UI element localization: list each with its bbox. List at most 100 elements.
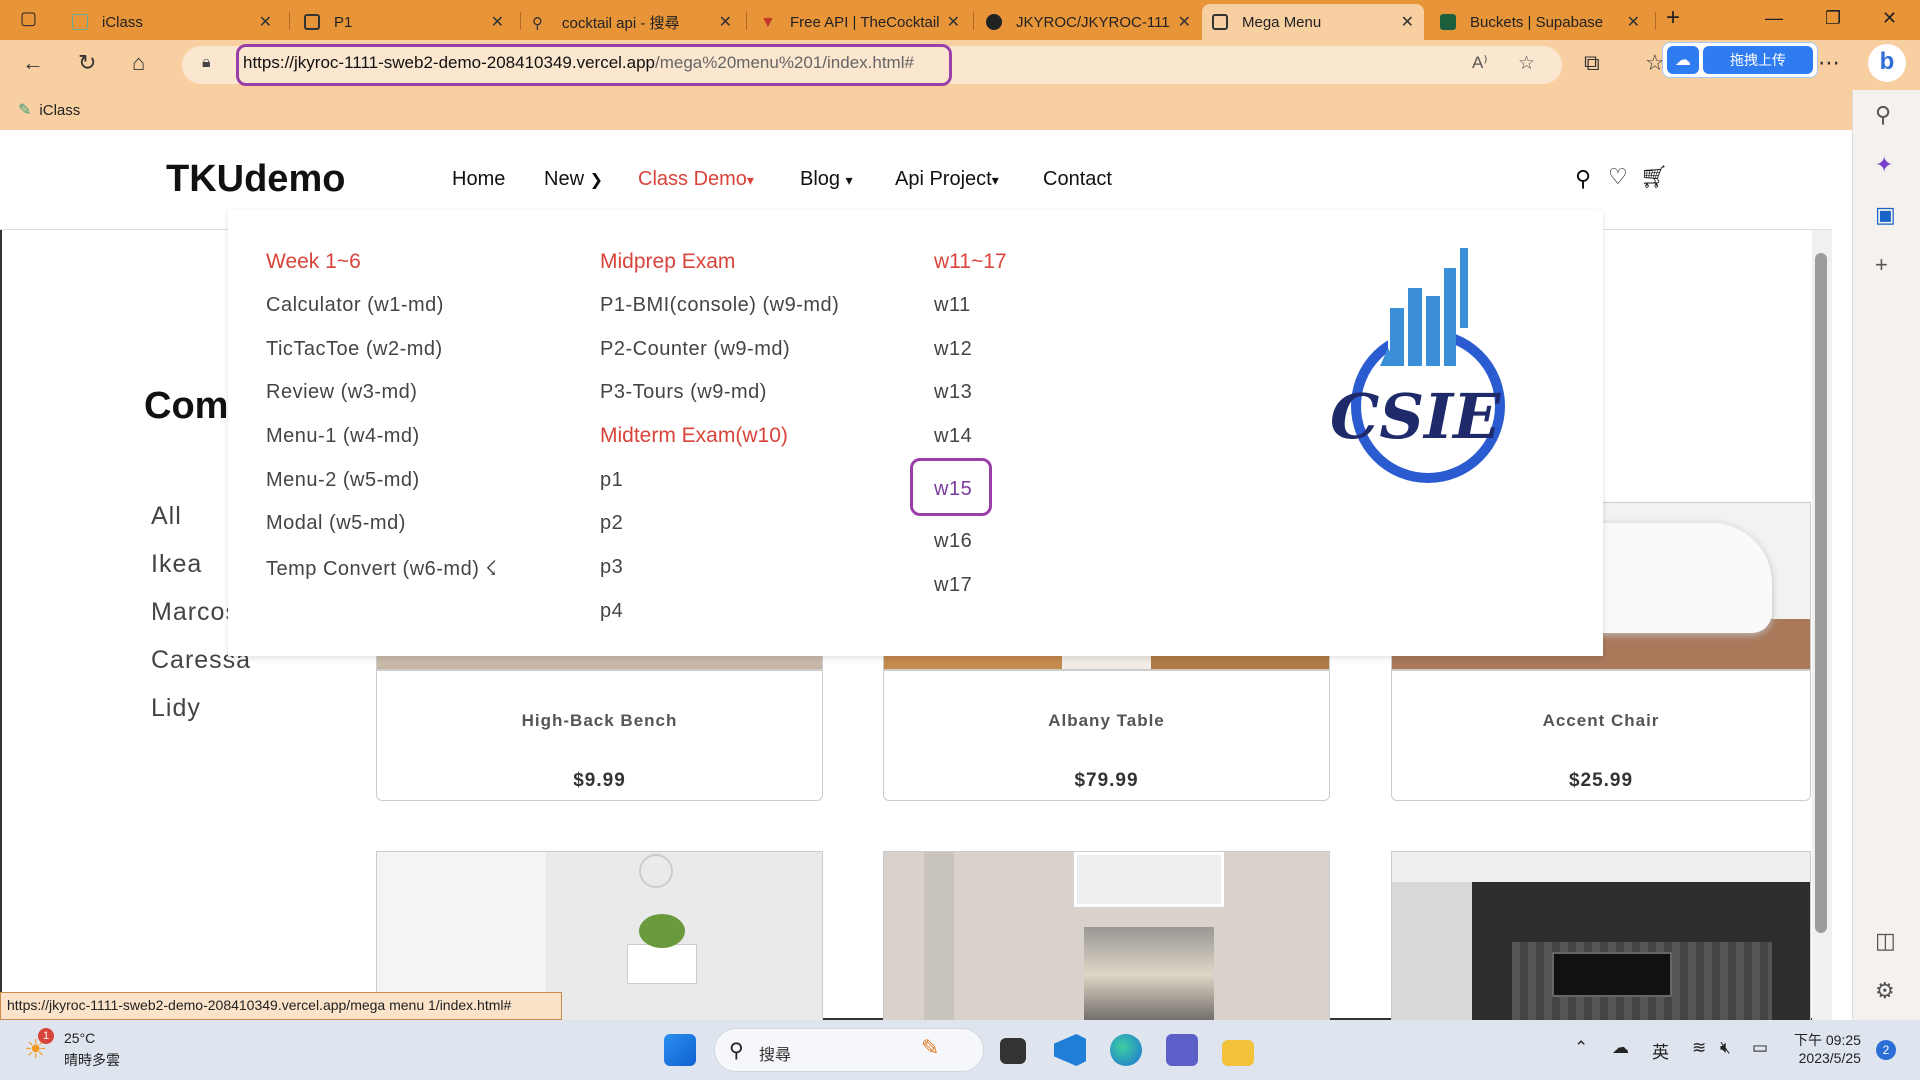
product-card[interactable]: Albany Table $79.99: [883, 670, 1330, 801]
product-image[interactable]: [1391, 851, 1811, 1020]
search-icon[interactable]: ⚲: [1575, 166, 1591, 192]
ime-indicator[interactable]: 英: [1652, 1038, 1669, 1063]
menu-link-w12[interactable]: w12: [934, 338, 972, 361]
minimize-icon[interactable]: —: [1765, 8, 1783, 29]
tab-mega-menu[interactable]: Mega Menu ✕: [1202, 4, 1424, 40]
menu-link-temp-convert[interactable]: Temp Convert (w6-md) ☇: [266, 556, 497, 581]
close-icon[interactable]: ✕: [491, 12, 504, 32]
chevron-up-icon[interactable]: ⌃: [1574, 1038, 1588, 1058]
upload-widget[interactable]: ☁ 拖拽上传: [1662, 42, 1818, 78]
category-all[interactable]: All: [151, 502, 182, 531]
menu-link-p3-tours[interactable]: P3-Tours (w9-md): [600, 381, 767, 404]
close-icon[interactable]: ✕: [1627, 12, 1640, 32]
more-menu-icon[interactable]: ⋯: [1818, 50, 1840, 76]
nav-label: Home: [452, 168, 506, 190]
onedrive-cloud-icon[interactable]: ☁: [1612, 1038, 1629, 1058]
menu-link-w17[interactable]: w17: [934, 574, 972, 597]
taskbar-search[interactable]: ⚲ 搜尋 ✎: [714, 1028, 984, 1072]
nav-blog[interactable]: Blog ▾: [800, 168, 853, 191]
restore-icon[interactable]: ❐: [1825, 8, 1841, 29]
close-icon[interactable]: ✕: [947, 12, 960, 32]
tab-github[interactable]: JKYROC/JKYROC-1111 ✕: [976, 4, 1201, 40]
search-placeholder: 搜尋: [759, 1047, 792, 1064]
url-text[interactable]: https://jkyroc-1111-sweb2-demo-208410349…: [243, 53, 914, 73]
site-logo[interactable]: TKUdemo: [166, 158, 345, 201]
nav-new[interactable]: New ❯: [544, 168, 603, 191]
product-card[interactable]: High-Back Bench $9.99: [376, 670, 823, 801]
menu-link-p4[interactable]: p4: [600, 600, 623, 623]
speaker-muted-icon[interactable]: 🔇︎: [1720, 1038, 1731, 1058]
home-icon[interactable]: ⌂: [132, 50, 145, 76]
favorite-star-icon[interactable]: ☆: [1518, 52, 1535, 75]
category-lidy[interactable]: Lidy: [151, 694, 201, 723]
close-icon[interactable]: ✕: [1178, 12, 1191, 32]
category-ikea[interactable]: Ikea: [151, 550, 202, 579]
menu-link-p2[interactable]: p2: [600, 512, 623, 535]
nav-label: Contact: [1043, 168, 1112, 190]
tab-divider: [1655, 12, 1656, 30]
bookmark-iclass[interactable]: ✎ iClass: [18, 100, 80, 120]
copilot-icon[interactable]: ✦: [1875, 152, 1893, 178]
menu-link-review[interactable]: Review (w3-md): [266, 381, 417, 404]
menu-link-menu-2[interactable]: Menu-2 (w5-md): [266, 469, 420, 492]
tab-supabase[interactable]: Buckets | Supabase ✕: [1430, 4, 1650, 40]
read-aloud-icon[interactable]: A⁾: [1472, 53, 1488, 73]
bing-icon[interactable]: b: [1868, 44, 1906, 82]
close-icon[interactable]: ✕: [1401, 12, 1414, 32]
product-name: Accent Chair: [1542, 711, 1660, 730]
close-icon[interactable]: ✕: [719, 12, 732, 32]
battery-icon[interactable]: ▭: [1752, 1038, 1768, 1058]
close-icon[interactable]: ✕: [259, 12, 272, 32]
nav-contact[interactable]: Contact: [1043, 168, 1112, 191]
cocktail-glass-icon: ▼: [760, 14, 776, 31]
split-screen-icon[interactable]: ◫: [1875, 928, 1896, 954]
new-tab-icon[interactable]: +: [1666, 4, 1680, 32]
menu-link-w13[interactable]: w13: [934, 381, 972, 404]
vscode-icon[interactable]: [1054, 1034, 1086, 1066]
tab-actions-icon[interactable]: ▢: [20, 8, 37, 29]
menu-link-w11[interactable]: w11: [934, 294, 971, 317]
menu-link-calculator[interactable]: Calculator (w1-md): [266, 294, 444, 317]
wifi-icon[interactable]: ≋: [1692, 1038, 1706, 1058]
cart-icon[interactable]: 🛒︎: [1640, 164, 1668, 190]
task-view-icon[interactable]: [1000, 1038, 1026, 1064]
product-image[interactable]: [883, 851, 1330, 1020]
tab-cocktaildb[interactable]: ▼ Free API | TheCocktail ✕: [750, 4, 970, 40]
heart-icon[interactable]: ♡: [1608, 164, 1628, 190]
menu-link-tictactoe[interactable]: TicTacToe (w2-md): [266, 338, 443, 361]
file-explorer-icon[interactable]: [1222, 1040, 1254, 1066]
menu-link-p3[interactable]: p3: [600, 556, 623, 579]
tab-cocktail-search[interactable]: ⚲ cocktail api - 搜尋 ✕: [522, 4, 742, 40]
settings-gear-icon[interactable]: ⚙: [1875, 978, 1895, 1004]
back-arrow-icon[interactable]: ←: [22, 50, 44, 76]
search-icon[interactable]: ⚲: [1875, 102, 1891, 128]
clock[interactable]: 下午 09:25 2023/5/25: [1794, 1030, 1861, 1066]
tab-p1[interactable]: P1 ✕: [294, 4, 514, 40]
start-windows-icon[interactable]: [664, 1034, 696, 1066]
page-scrollbar-thumb[interactable]: [1815, 253, 1827, 933]
nav-api-project[interactable]: Api Project▾: [895, 168, 999, 191]
chevron-down-icon: ▾: [991, 172, 999, 188]
menu-link-p1[interactable]: p1: [600, 469, 623, 492]
menu-link-p2-counter[interactable]: P2-Counter (w9-md): [600, 338, 790, 361]
menu-link-w16[interactable]: w16: [934, 530, 972, 553]
notification-badge[interactable]: 2: [1876, 1040, 1896, 1060]
close-window-icon[interactable]: ✕: [1882, 8, 1897, 29]
tab-iclass[interactable]: iClass ✕: [62, 4, 282, 40]
teams-icon[interactable]: [1166, 1034, 1198, 1066]
menu-link-modal[interactable]: Modal (w5-md): [266, 512, 406, 535]
category-marcos[interactable]: Marcos: [151, 598, 239, 627]
refresh-icon[interactable]: ↻: [78, 50, 96, 76]
nav-home[interactable]: Home: [452, 168, 505, 191]
add-icon[interactable]: +: [1875, 252, 1888, 278]
extensions-icon[interactable]: ⧉: [1584, 50, 1600, 76]
nav-class-demo[interactable]: Class Demo▾: [638, 168, 754, 191]
menu-link-menu-1[interactable]: Menu-1 (w4-md): [266, 425, 420, 448]
edge-icon[interactable]: [1110, 1034, 1142, 1066]
menu-link-p1-bmi[interactable]: P1-BMI(console) (w9-md): [600, 294, 839, 317]
outlook-icon[interactable]: ▣: [1875, 202, 1896, 228]
weather-widget[interactable]: ☀ 1: [24, 1028, 60, 1066]
nav-label: Api Project: [895, 168, 992, 190]
product-card[interactable]: Accent Chair $25.99: [1391, 670, 1811, 801]
menu-link-w14[interactable]: w14: [934, 425, 972, 448]
